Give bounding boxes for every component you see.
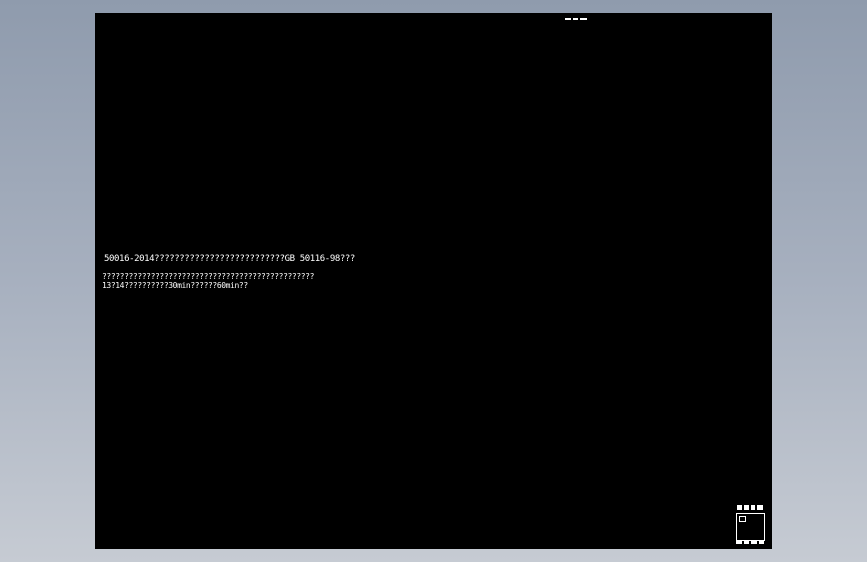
title-block-frame <box>736 513 765 541</box>
title-block <box>735 503 766 546</box>
cad-drawing-viewport[interactable]: 50016-2014??????????????????????????GB 5… <box>95 13 772 549</box>
design-note-line-3: 13?14??????????30min??????60min?? <box>102 281 248 290</box>
top-annotation-mark <box>565 18 587 21</box>
design-note-line-2: ????????????????????????????????????????… <box>102 272 314 281</box>
title-block-header <box>737 505 764 511</box>
title-block-cell <box>739 516 746 522</box>
design-note-line-1: 50016-2014??????????????????????????GB 5… <box>104 254 355 264</box>
title-block-footer <box>736 540 765 545</box>
